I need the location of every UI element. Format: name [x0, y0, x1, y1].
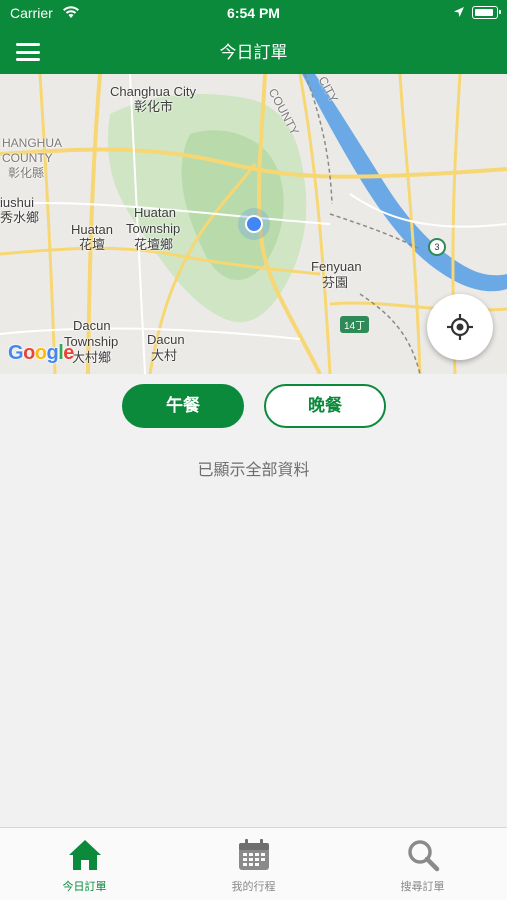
- map-label: COUNTY: [2, 151, 53, 165]
- map-label: 花壇: [79, 237, 106, 252]
- map-label: 彰化市: [134, 99, 174, 114]
- map-label: 大村鄉: [72, 350, 112, 365]
- list-end-message: 已顯示全部資料: [197, 460, 310, 479]
- tab-search-orders[interactable]: 搜尋訂單: [338, 828, 507, 900]
- map-label: 花壇鄉: [134, 237, 174, 252]
- tab-label: 搜尋訂單: [400, 880, 445, 893]
- road-number-badge: 14丁: [340, 316, 370, 333]
- battery-icon: [472, 6, 501, 19]
- map-label: Fenyuan: [311, 259, 362, 274]
- map-label: iushui: [0, 195, 34, 210]
- location-arrow-icon: [454, 7, 464, 17]
- tab-label: 今日訂單: [62, 880, 107, 893]
- map-label: Dacun: [147, 332, 185, 347]
- tab-label: 我的行程: [231, 880, 276, 893]
- nav-bar: 今日訂單: [0, 28, 507, 74]
- tab-my-schedule[interactable]: 我的行程: [169, 828, 338, 900]
- map-label: 彰化縣: [8, 166, 45, 180]
- locate-me-button[interactable]: [427, 294, 493, 360]
- map-view[interactable]: Changhua City 彰化市 HANGHUA COUNTY 彰化縣 ius…: [0, 74, 507, 374]
- status-time: 6:54 PM: [227, 5, 280, 21]
- home-icon: [69, 840, 101, 870]
- highway-number-badge: 3: [428, 238, 446, 256]
- map-label: Dacun: [73, 318, 111, 333]
- map-label: Township: [126, 221, 181, 236]
- dinner-tab-button[interactable]: 晚餐: [264, 384, 386, 428]
- map-label: 芬園: [322, 275, 349, 290]
- google-attribution-logo: Google: [8, 342, 74, 364]
- lunch-tab-button[interactable]: 午餐: [122, 384, 244, 428]
- crosshair-locate-icon: [447, 314, 473, 340]
- tab-today-orders[interactable]: 今日訂單: [0, 828, 169, 900]
- status-bar: Carrier 6:54 PM: [0, 0, 507, 28]
- map-label: Changhua City: [110, 84, 196, 99]
- map-label: Huatan: [134, 205, 176, 220]
- search-icon: [408, 840, 440, 872]
- user-location-dot: [238, 208, 270, 240]
- bottom-tab-bar: 今日訂單 我的行程 搜尋訂單: [0, 827, 507, 900]
- map-label: 秀水鄉: [0, 210, 40, 225]
- page-title: 今日訂單: [219, 43, 288, 63]
- map-label: HANGHUA: [2, 136, 63, 150]
- map-label: Huatan: [71, 222, 113, 237]
- map-label: 大村: [151, 348, 178, 363]
- calendar-icon: [239, 839, 269, 870]
